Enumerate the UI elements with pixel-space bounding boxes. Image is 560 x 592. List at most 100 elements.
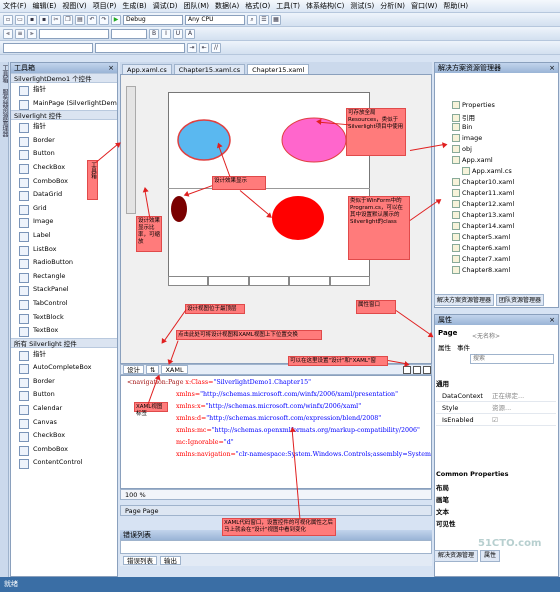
- tab-app-xaml-cs[interactable]: App.xaml.cs: [122, 64, 172, 74]
- toolbox-item[interactable]: Rectangle: [11, 270, 117, 284]
- property-category[interactable]: 画笔: [436, 494, 556, 504]
- tab-output[interactable]: 输出: [160, 555, 181, 565]
- menu-window[interactable]: 窗口(W): [411, 1, 437, 11]
- toolbox-group[interactable]: SilverlightDemo1 个控件: [11, 73, 117, 83]
- paste-icon[interactable]: ▤: [75, 14, 85, 25]
- toolbox-item[interactable]: 指针: [11, 120, 117, 134]
- align-right-icon[interactable]: ⫸: [27, 28, 37, 39]
- menu-file[interactable]: 文件(F): [3, 1, 27, 11]
- find-icon[interactable]: ⌕: [247, 14, 257, 25]
- toolbox-item[interactable]: TextBlock: [11, 311, 117, 325]
- solution-item[interactable]: Chapter12.xaml: [452, 200, 514, 208]
- zoom-level[interactable]: 100 %: [120, 489, 432, 500]
- solution-item[interactable]: 引用: [452, 112, 475, 122]
- property-row[interactable]: IsEnabled ☑: [436, 414, 556, 426]
- toolbox-item[interactable]: ContentControl: [11, 456, 117, 470]
- toolbox-item[interactable]: AutoCompleteBox: [11, 361, 117, 375]
- element-breadcrumb[interactable]: Page Page: [120, 505, 432, 516]
- comment-icon[interactable]: //: [211, 42, 221, 53]
- toolbox-item[interactable]: Calendar: [11, 402, 117, 416]
- menu-format[interactable]: 格式(O): [245, 1, 270, 11]
- toolbox-item[interactable]: Grid: [11, 202, 117, 216]
- solution-item[interactable]: Chapter5.xaml: [452, 233, 510, 241]
- menu-edit[interactable]: 编辑(E): [33, 1, 57, 11]
- solution-item[interactable]: Chapter11.xaml: [452, 189, 514, 197]
- copy-icon[interactable]: ❐: [63, 14, 73, 25]
- toolbox-item[interactable]: ListBox: [11, 243, 117, 257]
- property-category[interactable]: 通用: [436, 378, 556, 388]
- tab-chapter15-xaml-cs[interactable]: Chapter15.xaml.cs: [173, 64, 246, 74]
- tab-properties-bottom[interactable]: 属性: [480, 550, 501, 562]
- toolbox-item[interactable]: DataGrid: [11, 188, 117, 202]
- bold-icon[interactable]: B: [149, 28, 159, 39]
- property-category[interactable]: 可见性: [436, 518, 556, 528]
- menu-project[interactable]: 项目(P): [93, 1, 117, 11]
- color-icon[interactable]: A: [185, 28, 195, 39]
- menu-test[interactable]: 测试(S): [350, 1, 374, 11]
- toolbox-item[interactable]: ComboBox: [11, 443, 117, 457]
- tab-events[interactable]: 事件: [457, 342, 470, 352]
- property-value[interactable]: 资源...: [492, 402, 556, 413]
- property-search[interactable]: 搜索: [470, 354, 554, 364]
- toolbox-group[interactable]: Silverlight 控件: [11, 110, 117, 121]
- menu-analyze[interactable]: 分析(N): [380, 1, 405, 11]
- property-value[interactable]: 正在绑定...: [492, 390, 556, 401]
- toolbox-item[interactable]: 指针: [11, 83, 117, 97]
- close-icon[interactable]: ×: [108, 63, 114, 73]
- menu-build[interactable]: 生成(B): [122, 1, 146, 11]
- new-project-icon[interactable]: ▫: [3, 14, 13, 25]
- solution-item[interactable]: Chapter7.xaml: [452, 255, 510, 263]
- solution-item[interactable]: Chapter6.xaml: [452, 244, 510, 252]
- tab-resource-view[interactable]: 解决资源管理: [434, 550, 479, 562]
- toolbox-item[interactable]: StackPanel: [11, 283, 117, 297]
- solution-item[interactable]: obj: [452, 145, 472, 153]
- toolbox-group[interactable]: 所有 Silverlight 控件: [11, 337, 117, 348]
- strip-server-tab[interactable]: 服务器资源管理器: [0, 86, 9, 140]
- properties-icon[interactable]: ☰: [259, 14, 269, 25]
- close-icon[interactable]: ×: [549, 315, 555, 325]
- xaml-editor[interactable]: <navigation:Page x:Class="SilverlightDem…: [120, 375, 432, 489]
- start-debug-icon[interactable]: ▶: [111, 14, 121, 25]
- common-properties-header[interactable]: Common Properties: [436, 470, 556, 478]
- isenabled-checkbox[interactable]: ☑: [492, 414, 556, 425]
- underline-icon[interactable]: U: [173, 28, 183, 39]
- toolbox-icon[interactable]: ▦: [271, 14, 281, 25]
- collapse-pane-icon[interactable]: [423, 365, 431, 374]
- solution-item[interactable]: Bin: [452, 123, 472, 131]
- menu-debug[interactable]: 调试(D): [153, 1, 178, 11]
- toolbox-item[interactable]: TextBox: [11, 324, 117, 338]
- solution-item[interactable]: Chapter13.xaml: [452, 211, 514, 219]
- open-icon[interactable]: ▭: [15, 14, 25, 25]
- strip-toolbox-tab[interactable]: 工具箱: [0, 62, 9, 86]
- horizontal-split-icon[interactable]: [413, 365, 421, 374]
- property-category[interactable]: 布局: [436, 482, 556, 492]
- zoom-slider[interactable]: [126, 86, 136, 214]
- toolbox-item[interactable]: CheckBox: [11, 429, 117, 443]
- xaml-view-tab[interactable]: XAML: [161, 365, 188, 374]
- italic-icon[interactable]: I: [161, 28, 171, 39]
- style-combo[interactable]: [3, 42, 93, 53]
- property-row[interactable]: Style 资源...: [436, 402, 556, 414]
- align-left-icon[interactable]: ⫷: [3, 28, 13, 39]
- save-icon[interactable]: ▪: [27, 14, 37, 25]
- indent-icon[interactable]: ⇥: [187, 42, 197, 53]
- toolbox-item[interactable]: Canvas: [11, 416, 117, 430]
- solution-item[interactable]: Properties: [452, 101, 495, 109]
- close-icon[interactable]: ×: [549, 63, 555, 73]
- menu-tools[interactable]: 工具(T): [276, 1, 300, 11]
- toolbox-item[interactable]: MainPage (SilverlightDemo1): [11, 97, 117, 111]
- font-name-combo[interactable]: [95, 42, 185, 53]
- toolbox-item[interactable]: Image: [11, 215, 117, 229]
- cut-icon[interactable]: ✂: [51, 14, 61, 25]
- property-category[interactable]: 文本: [436, 506, 556, 516]
- size-combo[interactable]: [111, 28, 147, 39]
- solution-item[interactable]: image: [452, 134, 482, 142]
- design-view-tab[interactable]: 设计: [123, 365, 144, 374]
- menu-data[interactable]: 数据(A): [215, 1, 239, 11]
- solution-item[interactable]: Chapter14.xaml: [452, 222, 514, 230]
- tab-chapter15-xaml[interactable]: Chapter15.xaml: [247, 64, 310, 74]
- menu-team[interactable]: 团队(M): [183, 1, 209, 11]
- toolbox-item[interactable]: TabControl: [11, 297, 117, 311]
- toolbox-item[interactable]: Border: [11, 375, 117, 389]
- tab-solution-explorer[interactable]: 解决方案资源管理器: [434, 294, 495, 306]
